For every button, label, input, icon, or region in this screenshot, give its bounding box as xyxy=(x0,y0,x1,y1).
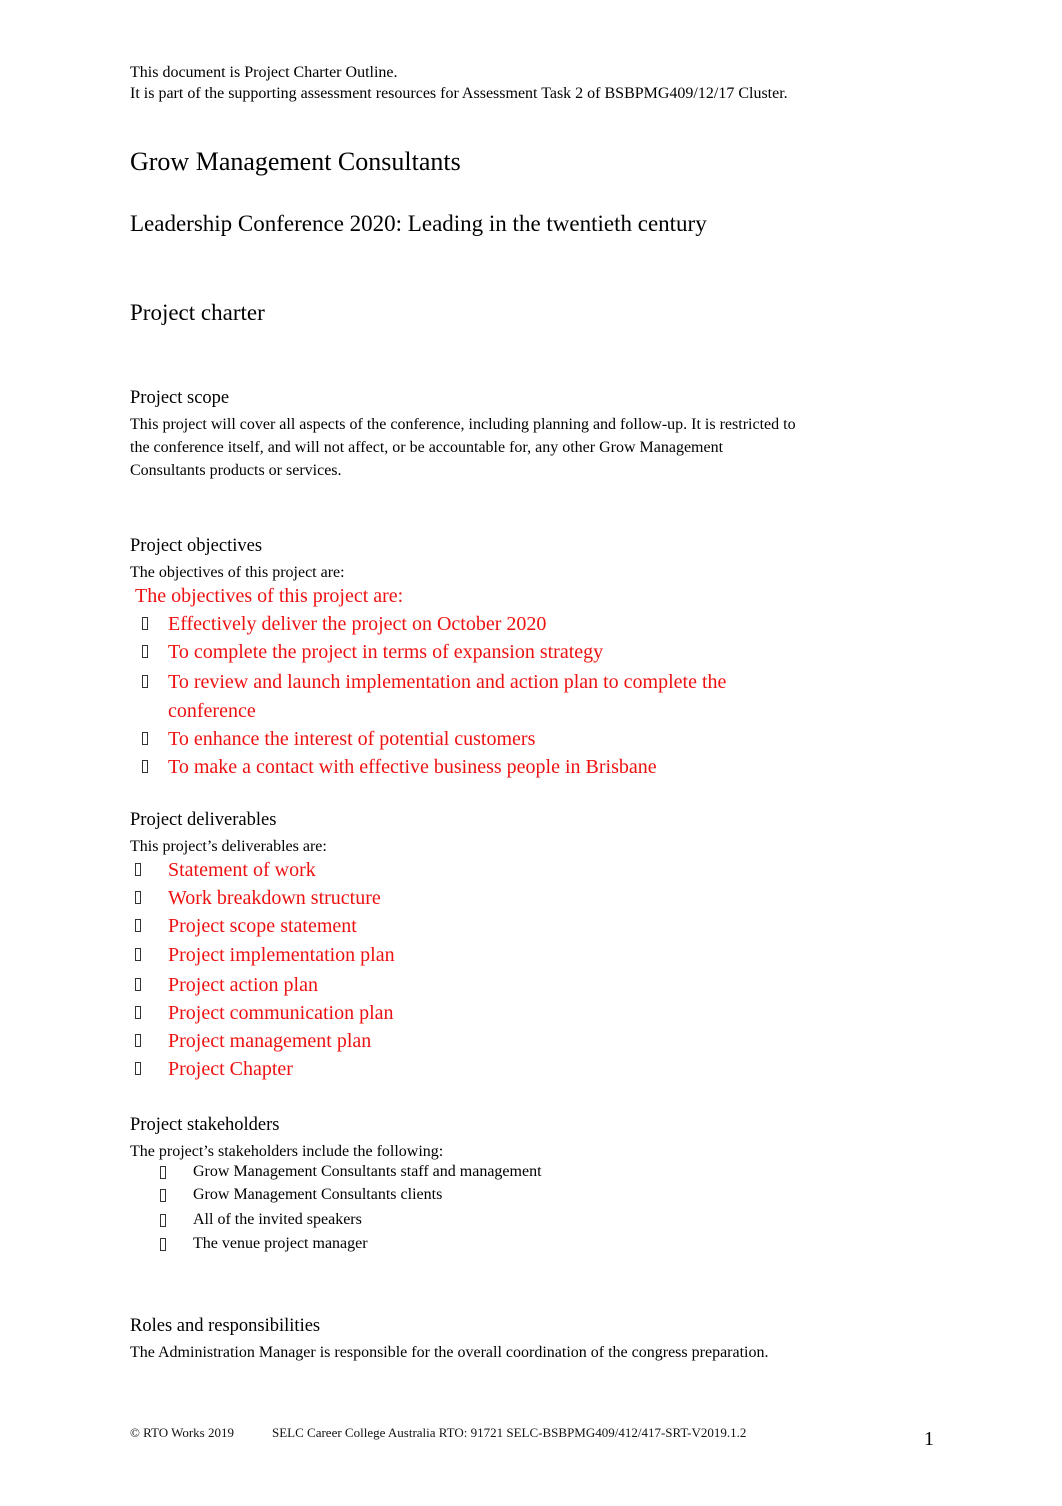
scope-line-2: the conference itself, and will not affe… xyxy=(130,439,724,456)
objective-item: To review and launch implementation and … xyxy=(168,671,727,693)
stakeholders-intro: The project’s stakeholders include the f… xyxy=(130,1143,444,1160)
footer-org: SELC Career College Australia RTO: 91721… xyxy=(272,1425,747,1440)
objectives-heading: Project objectives xyxy=(130,536,263,556)
bullet-icon xyxy=(142,732,148,749)
bullet-icon xyxy=(160,1189,166,1206)
deliverable-item: Project management plan xyxy=(168,1030,372,1052)
company-heading: Grow Management Consultants xyxy=(130,147,461,176)
scope-line-1: This project will cover all aspects of t… xyxy=(130,416,796,433)
bullet-icon xyxy=(135,891,141,908)
deliverable-item: Project Chapter xyxy=(168,1058,293,1080)
objective-item: Effectively deliver the project on Octob… xyxy=(168,613,547,635)
objective-item: To complete the project in terms of expa… xyxy=(168,641,604,663)
objective-item-continuation: conference xyxy=(168,700,256,722)
scope-line-3: Consultants products or services. xyxy=(130,462,342,479)
intro-line-2: It is part of the supporting assessment … xyxy=(130,85,788,102)
bullet-icon xyxy=(142,617,148,634)
stakeholder-item: All of the invited speakers xyxy=(193,1211,362,1228)
deliverable-item: Statement of work xyxy=(168,859,316,881)
objectives-red-intro: The objectives of this project are: xyxy=(135,585,404,607)
footer-copyright: © RTO Works 2019 xyxy=(130,1425,234,1440)
bullet-icon xyxy=(142,645,148,662)
bullet-icon xyxy=(142,760,148,777)
bullet-icon xyxy=(160,1214,166,1231)
stakeholder-item: Grow Management Consultants staff and ma… xyxy=(193,1163,542,1180)
deliverable-item: Project communication plan xyxy=(168,1002,394,1024)
bullet-icon xyxy=(135,948,141,965)
objective-item: To make a contact with effective busines… xyxy=(168,756,657,778)
bullet-icon xyxy=(135,1062,141,1079)
stakeholder-item: Grow Management Consultants clients xyxy=(193,1186,443,1203)
stakeholder-item: The venue project manager xyxy=(193,1235,368,1252)
page-number: 1 xyxy=(924,1428,934,1450)
bullet-icon xyxy=(160,1238,166,1255)
roles-heading: Roles and responsibilities xyxy=(130,1316,321,1336)
bullet-icon xyxy=(135,863,141,880)
deliverable-item: Work breakdown structure xyxy=(168,887,381,909)
document-title: Project charter xyxy=(130,300,265,325)
deliverables-heading: Project deliverables xyxy=(130,810,277,830)
bullet-icon xyxy=(135,1034,141,1051)
bullet-icon xyxy=(160,1166,166,1183)
deliverables-intro: This project’s deliverables are: xyxy=(130,838,327,855)
deliverable-item: Project action plan xyxy=(168,974,318,996)
roles-text: The Administration Manager is responsibl… xyxy=(130,1344,769,1361)
scope-heading: Project scope xyxy=(130,388,230,408)
bullet-icon xyxy=(142,675,148,692)
deliverable-item: Project scope statement xyxy=(168,915,357,937)
objectives-intro: The objectives of this project are: xyxy=(130,564,345,581)
deliverable-item: Project implementation plan xyxy=(168,944,395,966)
conference-title: Leadership Conference 2020: Leading in t… xyxy=(130,211,707,236)
bullet-icon xyxy=(135,919,141,936)
intro-line-1: This document is Project Charter Outline… xyxy=(130,64,398,81)
bullet-icon xyxy=(135,1006,141,1023)
bullet-icon xyxy=(135,978,141,995)
objective-item: To enhance the interest of potential cus… xyxy=(168,728,536,750)
stakeholders-heading: Project stakeholders xyxy=(130,1115,280,1135)
